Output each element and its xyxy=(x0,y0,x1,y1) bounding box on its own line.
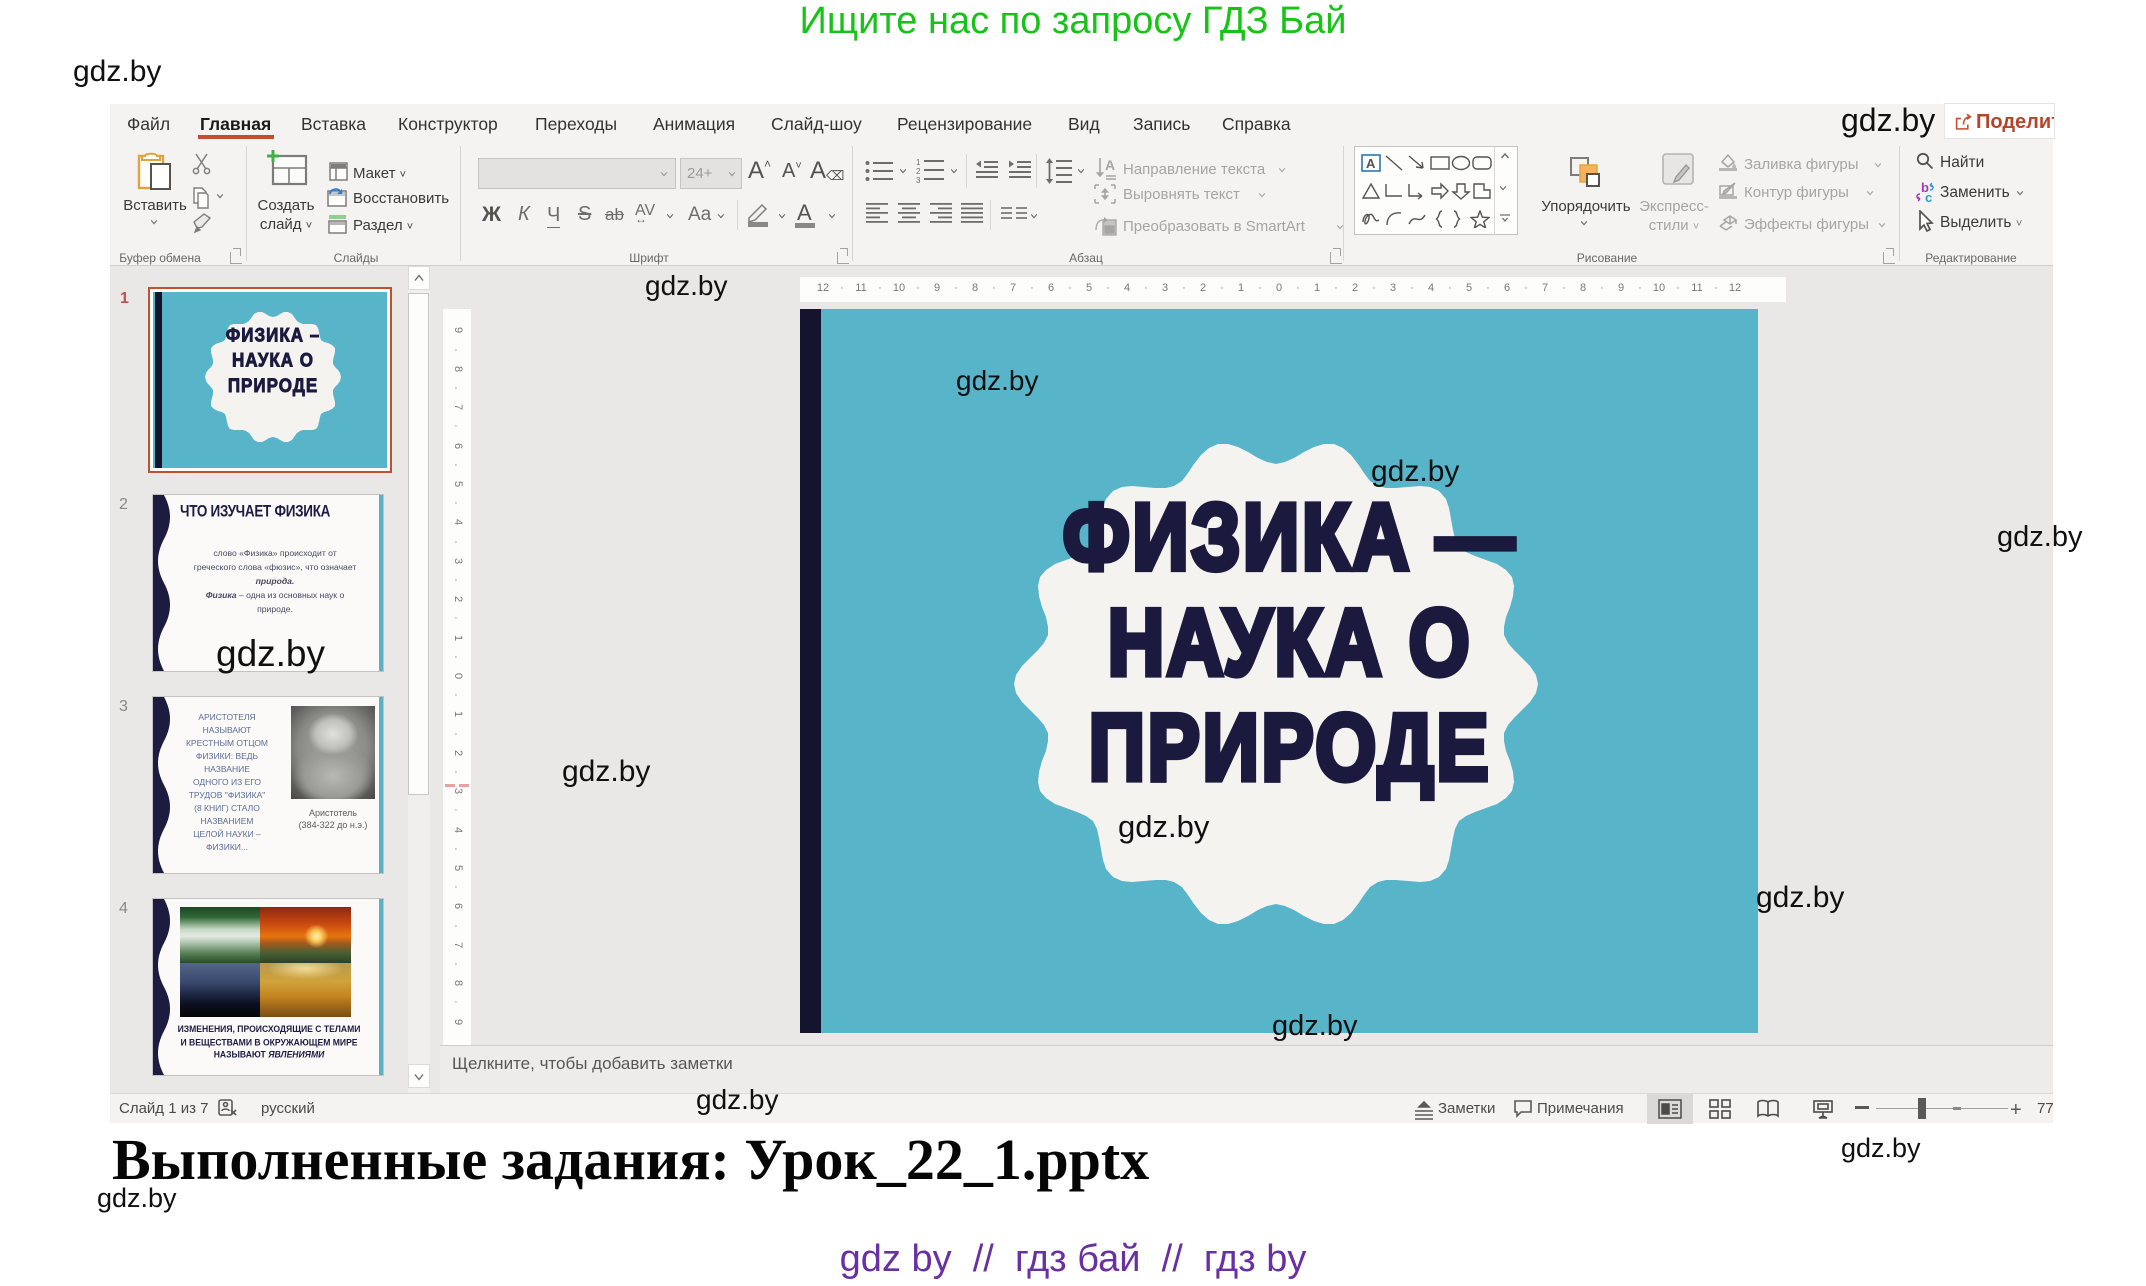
svg-text:c: c xyxy=(1925,190,1932,203)
svg-text:A: A xyxy=(1366,156,1376,171)
svg-text:1: 1 xyxy=(916,158,921,167)
svg-text:A: A xyxy=(1105,157,1115,173)
svg-text:2: 2 xyxy=(916,167,921,176)
svg-text:3: 3 xyxy=(916,176,921,184)
